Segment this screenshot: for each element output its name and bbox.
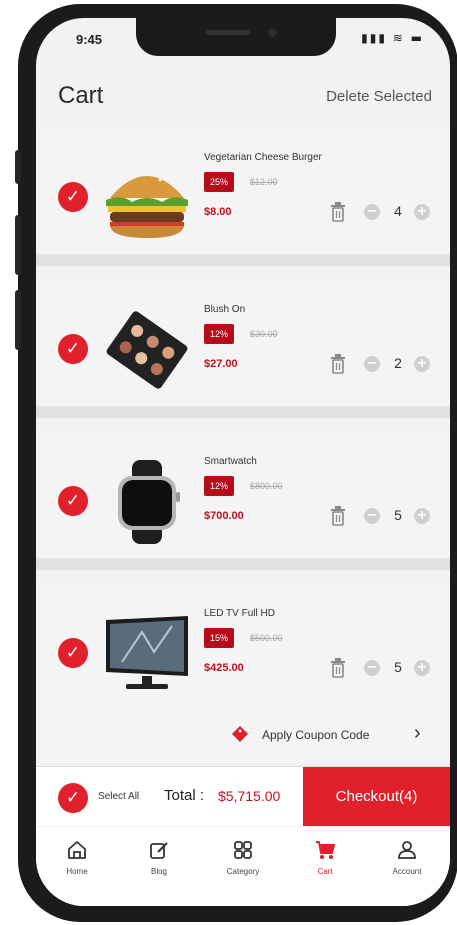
total-value: $5,715.00: [218, 788, 281, 804]
original-price: $12.00: [250, 177, 278, 187]
item-checkbox[interactable]: ✓: [58, 486, 88, 516]
cart-item: ✓ LED TV Full HD 15% $500.00 $425.00 − 5…: [36, 586, 450, 722]
tab-label: Category: [226, 867, 260, 876]
tab-home[interactable]: Home: [42, 839, 112, 876]
original-price: $500.00: [250, 633, 283, 643]
delete-selected-button[interactable]: Delete Selected: [326, 88, 432, 105]
original-price: $800.00: [250, 481, 283, 491]
discount-badge: 12%: [204, 476, 235, 496]
cart-header: Cart Delete Selected: [36, 66, 450, 130]
tab-cart[interactable]: Cart: [290, 839, 360, 876]
trash-icon[interactable]: [330, 506, 346, 526]
trash-icon[interactable]: [330, 658, 346, 678]
product-name: LED TV Full HD: [204, 608, 275, 619]
cart-icon: [316, 841, 335, 859]
category-icon: [234, 841, 252, 859]
tab-label: Cart: [317, 867, 333, 876]
quantity-decrease-button[interactable]: −: [364, 508, 380, 524]
status-time: 9:45: [76, 32, 103, 47]
quantity-decrease-button[interactable]: −: [364, 660, 380, 676]
apply-coupon-row[interactable]: Apply Coupon Code ›: [36, 708, 450, 762]
cart-item: ✓ Blush On 12% $30.00 $27.00 − 2 +: [36, 282, 450, 418]
product-name: Blush On: [204, 304, 246, 315]
quantity-value: 2: [394, 355, 402, 371]
speaker: [206, 30, 250, 35]
quantity-increase-button[interactable]: +: [414, 356, 430, 372]
quantity-decrease-button[interactable]: −: [364, 204, 380, 220]
select-all-checkbox[interactable]: ✓: [58, 783, 88, 813]
notch: [136, 18, 336, 56]
trash-icon[interactable]: [330, 354, 346, 374]
quantity-increase-button[interactable]: +: [414, 204, 430, 220]
discount-badge: 15%: [204, 628, 235, 648]
checkout-bar: ✓ Select All Total : $5,715.00 Checkout(…: [36, 766, 450, 827]
phone-side-button: [15, 290, 21, 350]
page-title: Cart: [58, 82, 104, 109]
cart-item: ✓ Vegetarian Cheese Burger 25% $12.00 $8…: [36, 130, 450, 266]
phone-side-button: [15, 150, 21, 184]
quantity-value: 4: [394, 203, 402, 219]
phone-screen: 9:45 ▮▮▮ ≋ ▬ Cart Delete Selected ✓ Vege…: [36, 18, 450, 906]
tab-label: Home: [66, 867, 88, 876]
product-name: Smartwatch: [204, 456, 257, 467]
cart-item: ✓ Smartwatch 12% $800.00 $700.00 − 5 +: [36, 434, 450, 570]
quantity-increase-button[interactable]: +: [414, 660, 430, 676]
status-icons: ▮▮▮ ≋ ▬: [361, 31, 424, 45]
blog-icon: [150, 842, 168, 859]
item-checkbox[interactable]: ✓: [58, 638, 88, 668]
item-checkbox[interactable]: ✓: [58, 182, 88, 212]
discount-badge: 12%: [204, 324, 235, 344]
original-price: $30.00: [250, 329, 278, 339]
quantity-value: 5: [394, 507, 402, 523]
burger-icon: [106, 170, 188, 238]
apply-coupon-label: Apply Coupon Code: [262, 728, 370, 742]
tv-icon: [106, 616, 188, 689]
discount-badge: 25%: [204, 172, 235, 192]
trash-icon[interactable]: [330, 202, 346, 222]
home-icon: [68, 841, 86, 859]
tab-label: Blog: [150, 867, 167, 876]
account-icon: [398, 841, 416, 859]
product-price: $425.00: [204, 662, 244, 674]
palette-icon: [106, 311, 188, 389]
select-all-label: Select All: [98, 791, 140, 802]
product-name: Vegetarian Cheese Burger: [204, 152, 322, 163]
chevron-right-icon: ›: [414, 722, 421, 744]
product-price: $27.00: [204, 358, 238, 370]
bottom-tab-bar: Home Blog Category Cart Account: [36, 826, 450, 906]
checkout-button[interactable]: Checkout(4): [303, 767, 450, 827]
tab-category[interactable]: Category: [208, 839, 278, 876]
front-camera: [268, 28, 277, 37]
product-price: $8.00: [204, 206, 232, 218]
phone-side-button: [15, 215, 21, 275]
coupon-tag-icon: [232, 726, 248, 742]
tab-label: Account: [392, 867, 422, 876]
total-label: Total :: [164, 787, 205, 804]
quantity-increase-button[interactable]: +: [414, 508, 430, 524]
product-price: $700.00: [204, 510, 244, 522]
tab-blog[interactable]: Blog: [124, 839, 194, 876]
item-checkbox[interactable]: ✓: [58, 334, 88, 364]
tab-account[interactable]: Account: [372, 839, 442, 876]
quantity-value: 5: [394, 659, 402, 675]
watch-icon: [118, 460, 180, 544]
quantity-decrease-button[interactable]: −: [364, 356, 380, 372]
